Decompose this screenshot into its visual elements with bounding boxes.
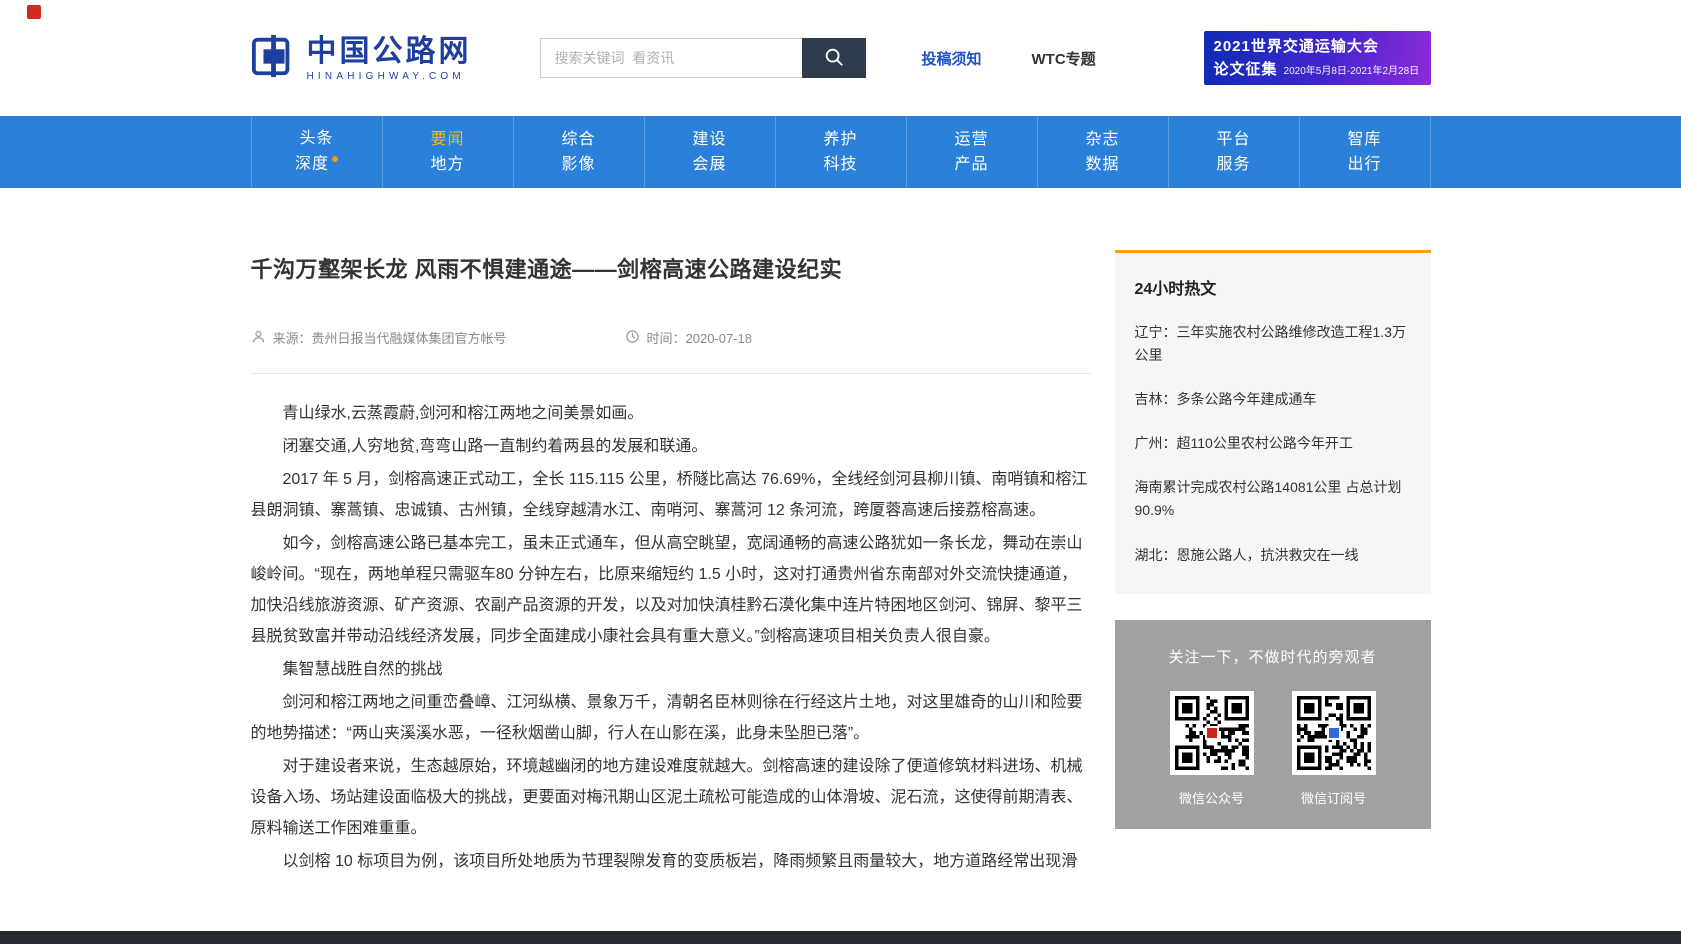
nav-item-maintenance[interactable]: 养护 <box>823 132 857 148</box>
hot-list-item[interactable]: 海南累计完成农村公路14081公里 占总计划90.9% <box>1135 476 1411 522</box>
nav-group-thinktank: 智库 出行 <box>1299 116 1431 188</box>
nav-item-depth[interactable]: 深度 <box>295 156 338 172</box>
nav-item-headlines[interactable]: 头条 <box>299 131 333 147</box>
article-time: 时间：2020-07-18 <box>647 328 753 347</box>
article-paragraph: 剑河和榕江两地之间重峦叠嶂、江河纵横、景象万千，清朝名臣林则徐在行经这片土地，对… <box>251 687 1091 749</box>
nav-item-products[interactable]: 产品 <box>954 157 988 173</box>
site-title: 中国公路网 <box>307 35 472 68</box>
article-paragraph: 青山绿水,云蒸霞蔚,剑河和榕江两地之间美景如画。 <box>251 398 1091 429</box>
hot-articles-title: 24小时热文 <box>1135 275 1411 299</box>
hot-list-item[interactable]: 辽宁：三年实施农村公路维修改造工程1.3万公里 <box>1135 321 1411 367</box>
page-footer-bar <box>0 931 1681 944</box>
article-column: 千沟万壑架长龙 风雨不惧建通途——剑榕高速公路建设纪实 来源：贵州日报当代融媒体… <box>251 250 1091 879</box>
article-paragraph: 如今，剑榕高速公路已基本完工，虽未正式通车，但从高空眺望，宽阔通畅的高速公路犹如… <box>251 528 1091 652</box>
header-links: 投稿须知 WTC专题 <box>922 48 1096 69</box>
nav-item-exhibition[interactable]: 会展 <box>692 157 726 173</box>
nav-item-service[interactable]: 服务 <box>1216 157 1250 173</box>
search-input[interactable] <box>540 38 802 78</box>
hot-list-item[interactable]: 湖北：恩施公路人，抗洪救灾在一线 <box>1135 544 1411 567</box>
main-nav: 头条 深度 要闻 地方 综合 影像 建设 会展 养护 科技 运营 产品 杂志 数… <box>0 116 1681 188</box>
site-subtitle: HINAHIGHWAY.COM <box>307 71 472 82</box>
article-paragraph: 集智慧战胜自然的挑战 <box>251 654 1091 685</box>
nav-item-technology[interactable]: 科技 <box>823 157 857 173</box>
page-content: 千沟万壑架长龙 风雨不惧建通途——剑榕高速公路建设纪实 来源：贵州日报当代融媒体… <box>251 188 1431 879</box>
qr-center-logo <box>1327 726 1341 740</box>
nav-item-operation[interactable]: 运营 <box>954 132 988 148</box>
hot-list-item[interactable]: 广州：超110公里农村公路今年开工 <box>1135 432 1411 455</box>
hot-articles-box: 24小时热文 辽宁：三年实施农村公路维修改造工程1.3万公里 吉林：多条公路今年… <box>1115 250 1431 594</box>
nav-group-platform: 平台 服务 <box>1168 116 1299 188</box>
site-logo[interactable]: 中国公路网 HINAHIGHWAY.COM <box>251 33 472 84</box>
nav-item-thinktank[interactable]: 智库 <box>1347 132 1381 148</box>
wechat-follow-box: 关注一下，不做时代的旁观者 微信公众号 微信订阅号 <box>1115 620 1431 829</box>
nav-item-platform[interactable]: 平台 <box>1216 132 1250 148</box>
search-button[interactable] <box>802 38 866 78</box>
nav-item-local[interactable]: 地方 <box>430 157 464 173</box>
nav-item-magazine[interactable]: 杂志 <box>1085 132 1119 148</box>
logo-icon <box>251 33 297 84</box>
nav-group-construction: 建设 会展 <box>644 116 775 188</box>
nav-item-data[interactable]: 数据 <box>1085 157 1119 173</box>
article-meta: 来源：贵州日报当代融媒体集团官方帐号 时间：2020-07-18 <box>251 328 1091 347</box>
banner-subtitle: 论文征集 <box>1214 58 1278 79</box>
nav-item-images[interactable]: 影像 <box>561 157 595 173</box>
qr-center-logo <box>1205 726 1219 740</box>
article-paragraph: 闭塞交通,人穷地贫,弯弯山路一直制约着两县的发展和联通。 <box>251 431 1091 462</box>
sidebar: 24小时热文 辽宁：三年实施农村公路维修改造工程1.3万公里 吉林：多条公路今年… <box>1115 250 1431 829</box>
nav-item-construction[interactable]: 建设 <box>692 132 726 148</box>
orange-dot-badge <box>332 156 338 162</box>
search-box <box>540 38 866 78</box>
article-source: 来源：贵州日报当代融媒体集团官方帐号 <box>273 328 507 347</box>
nav-group-maintenance: 养护 科技 <box>775 116 906 188</box>
nav-group-operation: 运营 产品 <box>906 116 1037 188</box>
wtc-topic-link[interactable]: WTC专题 <box>1032 48 1096 69</box>
banner-dates: 2020年5月8日-2021年2月28日 <box>1284 62 1420 77</box>
qr-label-subscription: 微信订阅号 <box>1301 788 1366 807</box>
wechat-subscription-qr-code <box>1292 691 1376 775</box>
search-icon <box>823 46 845 71</box>
nav-group-magazine: 杂志 数据 <box>1037 116 1168 188</box>
clock-icon <box>625 329 640 347</box>
author-icon <box>251 329 266 347</box>
article-paragraph: 对于建设者来说，生态越原始，环境越幽闭的地方建设难度就越大。剑榕高速的建设除了便… <box>251 751 1091 844</box>
nav-item-news[interactable]: 要闻 <box>430 132 464 148</box>
follow-box-title: 关注一下，不做时代的旁观者 <box>1133 646 1413 667</box>
conference-banner-ad[interactable]: 2021世界交通运输大会 论文征集 2020年5月8日-2021年2月28日 <box>1204 31 1431 85</box>
article-paragraph: 以剑榕 10 标项目为例，该项目所处地质为节理裂隙发育的变质板岩，降雨频繁且雨量… <box>251 846 1091 877</box>
nav-group-news: 要闻 地方 <box>382 116 513 188</box>
nav-item-general[interactable]: 综合 <box>561 132 595 148</box>
article-title: 千沟万壑架长龙 风雨不惧建通途——剑榕高速公路建设纪实 <box>251 252 1091 284</box>
meta-divider <box>251 373 1091 374</box>
qr-label-official: 微信公众号 <box>1179 788 1244 807</box>
nav-item-travel[interactable]: 出行 <box>1347 157 1381 173</box>
article-body: 青山绿水,云蒸霞蔚,剑河和榕江两地之间美景如画。 闭塞交通,人穷地贫,弯弯山路一… <box>251 398 1091 877</box>
nav-group-general: 综合 影像 <box>513 116 644 188</box>
banner-title: 2021世界交通运输大会 <box>1214 37 1421 57</box>
submission-notice-link[interactable]: 投稿须知 <box>922 48 982 69</box>
hot-list-item[interactable]: 吉林：多条公路今年建成通车 <box>1135 388 1411 411</box>
wechat-official-qr-code <box>1170 691 1254 775</box>
page-corner-mark <box>27 5 41 19</box>
site-header: 中国公路网 HINAHIGHWAY.COM 投稿须知 WTC专题 2021世界交… <box>0 0 1681 116</box>
article-paragraph: 2017 年 5 月，剑榕高速正式动工，全长 115.115 公里，桥隧比高达 … <box>251 464 1091 526</box>
nav-group-headlines: 头条 深度 <box>251 116 382 188</box>
